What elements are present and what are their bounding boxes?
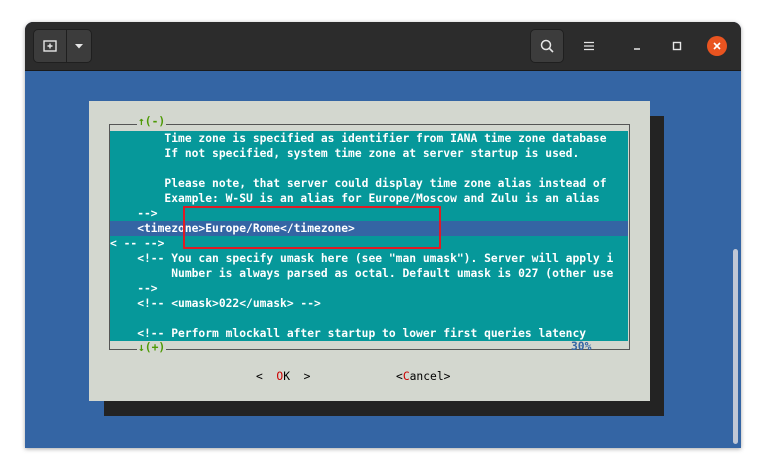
terminal-area[interactable]: ↑(-) ↓(+) Time zone is specified as iden…: [25, 71, 741, 448]
scroll-percent: 30%: [571, 340, 592, 353]
hamburger-menu-icon: [584, 41, 594, 51]
config-line: Example: W-SU is an alias for Europe/Mos…: [110, 192, 600, 205]
timezone-highlight-box: [183, 206, 441, 249]
frame-top: [109, 124, 630, 125]
close-button-circle: [707, 36, 727, 56]
cancel-rest: ancel>: [409, 370, 451, 383]
terminal-scrollbar[interactable]: [733, 249, 738, 444]
minimize-icon: [634, 48, 640, 50]
close-button[interactable]: [700, 29, 734, 63]
config-line: If not specified, system time zone at se…: [110, 147, 580, 160]
close-icon: [713, 42, 721, 50]
scroll-down-label[interactable]: ↓(+): [137, 341, 167, 354]
menu-button[interactable]: [572, 29, 606, 63]
chevron-down-icon: [75, 44, 83, 49]
search-icon: [540, 39, 554, 53]
minimize-button[interactable]: [620, 29, 654, 63]
config-line: [110, 311, 628, 326]
cancel-button[interactable]: <Cancel>: [396, 370, 450, 383]
config-line: [110, 161, 628, 176]
frame-bottom: [109, 349, 630, 350]
config-line: <!-- You can specify umask here (see "ma…: [110, 252, 614, 265]
config-line: Time zone is specified as identifier fro…: [110, 132, 607, 145]
new-tab-icon: [43, 40, 57, 52]
config-line: <!-- <umask>022</umask> -->: [110, 297, 321, 310]
cancel-hotkey: C: [402, 370, 410, 383]
ok-button[interactable]: < OK >: [256, 370, 310, 383]
titlebar: [25, 22, 741, 71]
config-line: Number is always parsed as octal. Defaul…: [110, 267, 614, 280]
cancel-left: <: [396, 370, 403, 383]
ok-right: >: [290, 370, 311, 383]
frame-right: [629, 124, 630, 350]
search-button[interactable]: [530, 29, 564, 63]
tab-dropdown-button[interactable]: [66, 29, 92, 63]
config-line: -->: [110, 282, 158, 295]
config-line: Please note, that server could display t…: [110, 177, 607, 190]
maximize-icon: [672, 41, 682, 51]
scroll-up-label[interactable]: ↑(-): [137, 115, 167, 128]
ok-rest: K: [283, 370, 291, 383]
maximize-button[interactable]: [660, 29, 694, 63]
new-tab-button[interactable]: [33, 29, 67, 63]
terminal-window: ↑(-) ↓(+) Time zone is specified as iden…: [25, 22, 741, 448]
config-dialog: ↑(-) ↓(+) Time zone is specified as iden…: [89, 101, 650, 401]
config-line: <!-- Perform mlockall after startup to l…: [110, 327, 587, 340]
ok-left: <: [256, 370, 277, 383]
